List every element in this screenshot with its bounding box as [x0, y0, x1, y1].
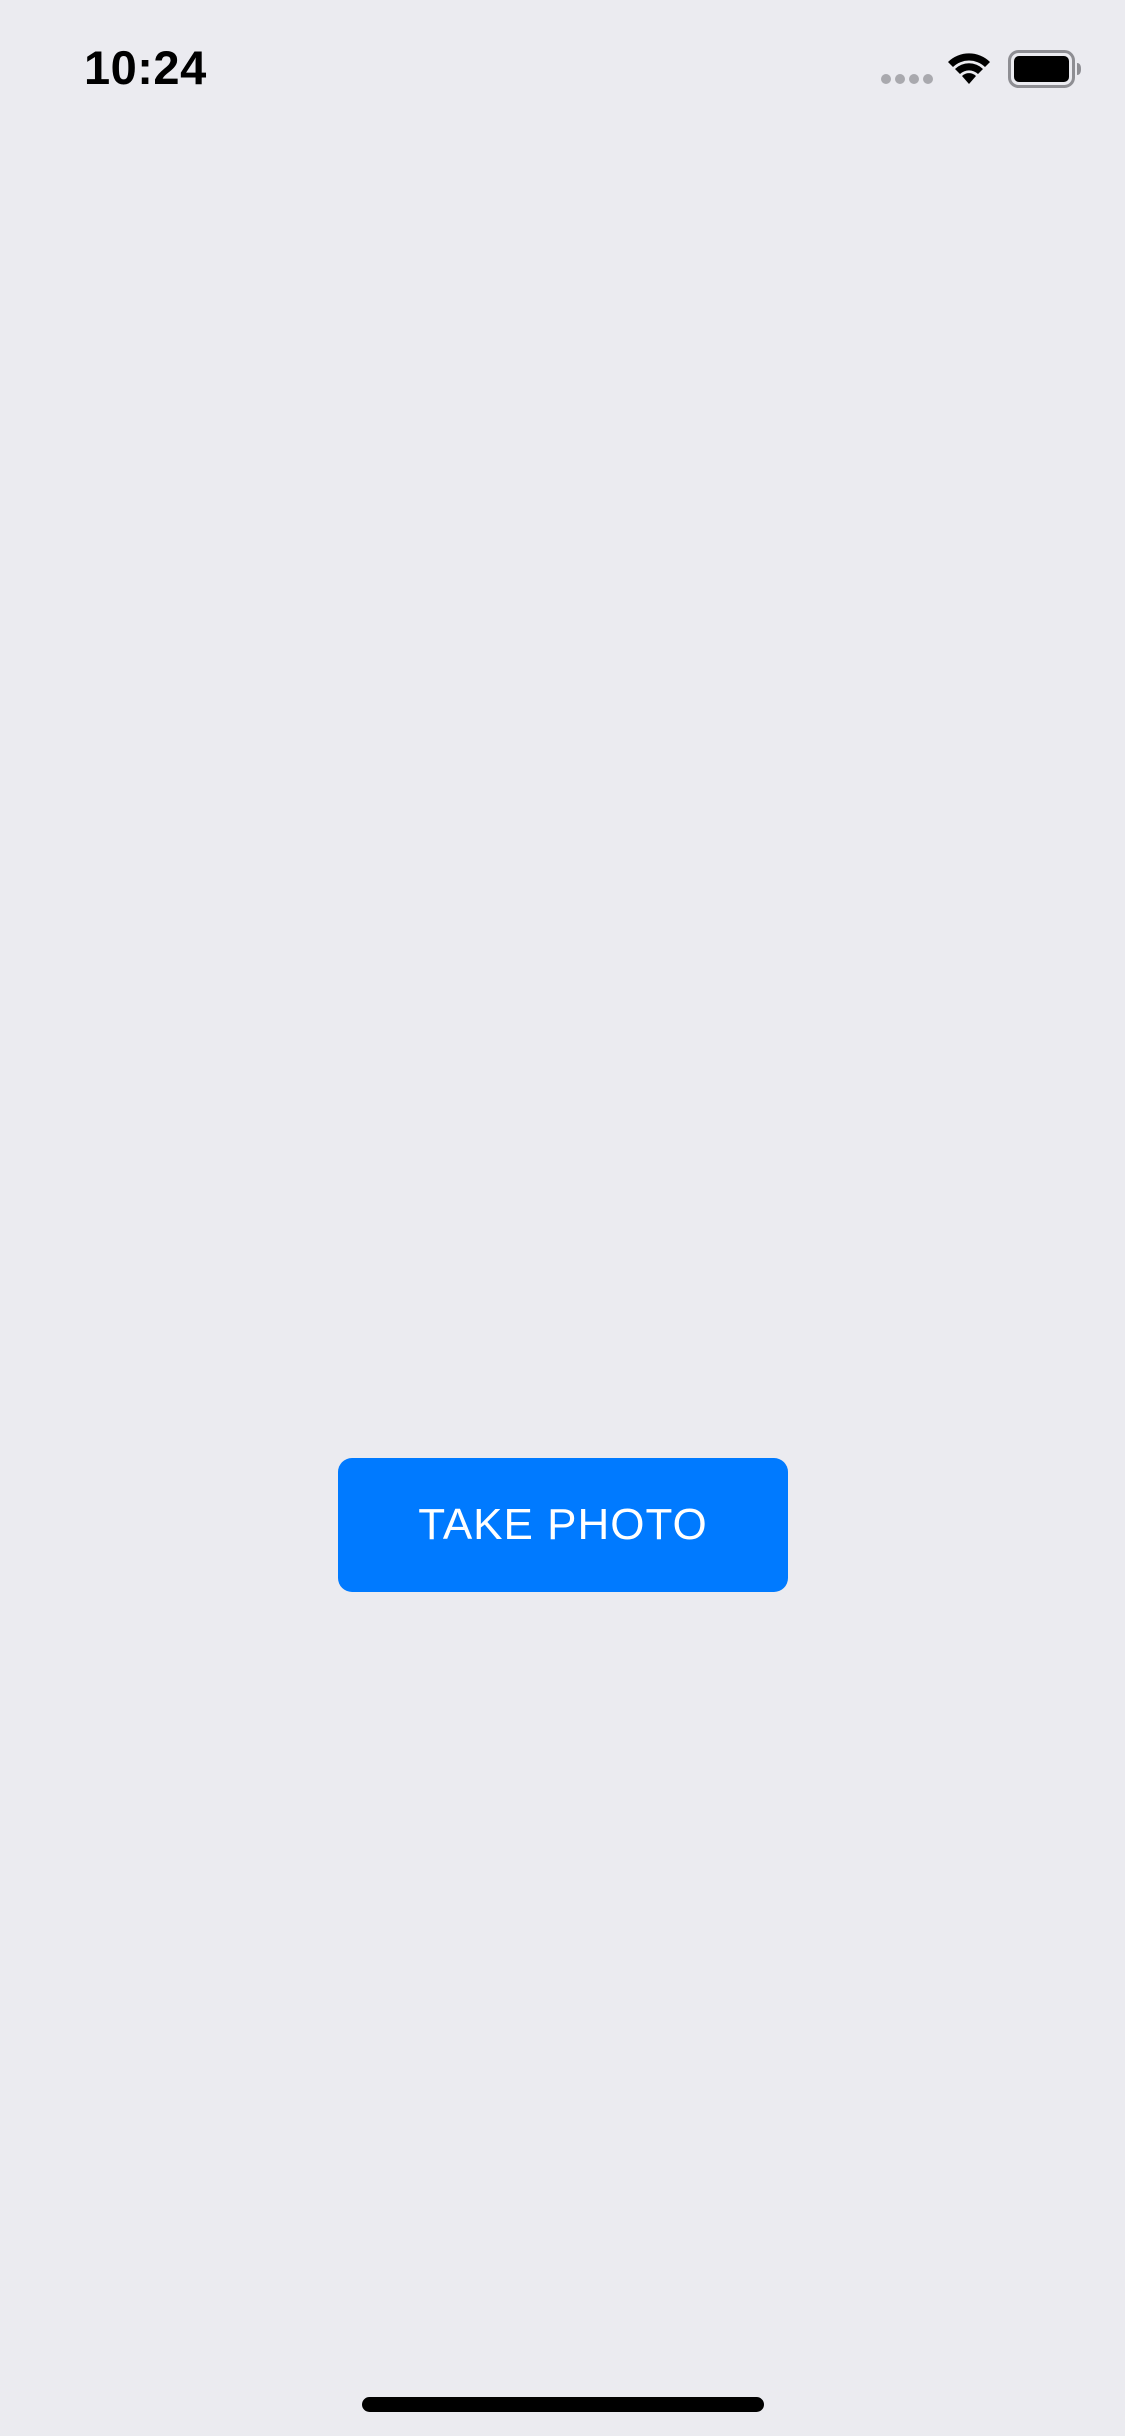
signal-dots-icon — [881, 74, 933, 84]
battery-icon — [1008, 50, 1081, 88]
home-indicator[interactable] — [362, 2397, 764, 2412]
take-photo-button[interactable]: TAKE PHOTO — [338, 1458, 788, 1592]
status-time: 10:24 — [84, 41, 207, 94]
wifi-icon — [948, 53, 990, 84]
status-bar: 10:24 — [0, 0, 1125, 132]
